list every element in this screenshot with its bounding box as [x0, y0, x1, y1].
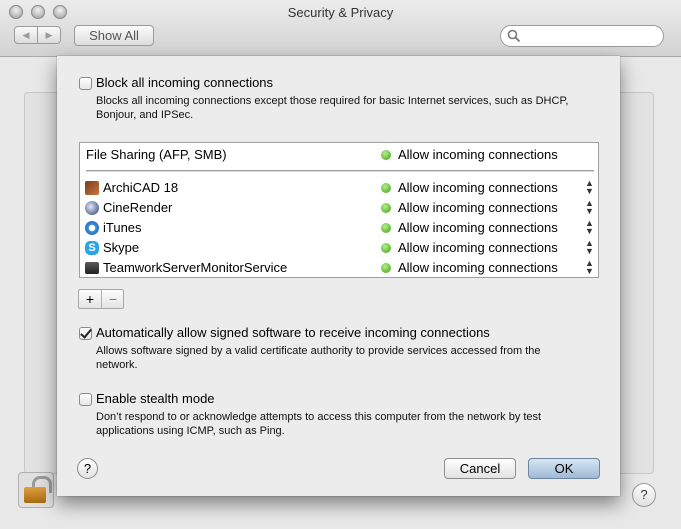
skype-icon: S — [85, 241, 99, 255]
list-item[interactable]: File Sharing (AFP, SMB) Allow incoming c… — [80, 145, 598, 165]
status-indicator — [381, 223, 391, 233]
ok-button[interactable]: OK — [528, 458, 600, 479]
stealth-mode-label: Enable stealth mode — [96, 391, 215, 406]
service-name: File Sharing (AFP, SMB) — [86, 147, 227, 162]
title-bar: Security & Privacy ◀ ▶ Show All — [0, 0, 681, 57]
add-remove-control: + − — [78, 289, 124, 309]
app-status: Allow incoming connections — [398, 240, 558, 255]
status-stepper-icon[interactable]: ▲ ▼ — [585, 199, 594, 216]
back-button[interactable]: ◀ — [14, 26, 38, 44]
service-status: Allow incoming connections — [398, 147, 558, 162]
status-indicator — [381, 203, 391, 213]
cancel-button[interactable]: Cancel — [444, 458, 516, 479]
list-item[interactable]: ArchiCAD 18 Allow incoming connections ▲… — [80, 178, 598, 198]
app-status: Allow incoming connections — [398, 220, 558, 235]
search-icon — [507, 29, 521, 43]
help-button[interactable]: ? — [77, 458, 98, 479]
lock-icon — [24, 487, 46, 503]
app-name: ArchiCAD 18 — [103, 180, 179, 195]
background-help-button[interactable]: ? — [632, 483, 656, 507]
stealth-mode-description: Don’t respond to or acknowledge attempts… — [96, 411, 542, 437]
app-status: Allow incoming connections — [398, 180, 558, 195]
block-all-checkbox[interactable] — [79, 77, 92, 90]
app-status: Allow incoming connections — [398, 260, 558, 275]
signed-software-description: Allows software signed by a valid certif… — [96, 345, 541, 371]
forward-button[interactable]: ▶ — [37, 26, 61, 44]
list-item[interactable]: TeamworkServerMonitorService Allow incom… — [80, 258, 598, 278]
status-indicator — [381, 150, 391, 160]
add-app-button[interactable]: + — [79, 291, 101, 307]
status-indicator — [381, 263, 391, 273]
app-name: CineRender — [103, 200, 173, 215]
list-item[interactable]: S Skype Allow incoming connections ▲ ▼ — [80, 238, 598, 258]
app-name: TeamworkServerMonitorService — [103, 260, 288, 275]
search-field[interactable] — [500, 25, 664, 47]
security-privacy-window: Security & Privacy ◀ ▶ Show All ? Block … — [0, 0, 681, 529]
status-stepper-icon[interactable]: ▲ ▼ — [585, 219, 594, 236]
lock-button[interactable] — [18, 472, 54, 508]
list-item[interactable]: CineRender Allow incoming connections ▲ ▼ — [80, 198, 598, 218]
archicad-icon — [85, 181, 99, 195]
cinerender-icon — [85, 201, 99, 215]
app-list[interactable]: File Sharing (AFP, SMB) Allow incoming c… — [79, 142, 599, 278]
app-name: iTunes — [103, 220, 142, 235]
status-indicator — [381, 183, 391, 193]
list-item[interactable]: iTunes Allow incoming connections ▲ ▼ — [80, 218, 598, 238]
block-all-description: Blocks all incoming connections except t… — [96, 95, 569, 121]
app-status: Allow incoming connections — [398, 200, 558, 215]
firewall-options-sheet: Block all incoming connections Blocks al… — [57, 56, 620, 496]
left-arrow-icon: ◀ — [22, 29, 30, 40]
status-stepper-icon[interactable]: ▲ ▼ — [585, 179, 594, 196]
signed-software-checkbox[interactable] — [79, 327, 92, 340]
status-stepper-icon[interactable]: ▲ ▼ — [585, 259, 594, 276]
signed-software-label: Automatically allow signed software to r… — [96, 325, 490, 340]
app-name: Skype — [103, 240, 140, 255]
show-all-button[interactable]: Show All — [74, 25, 154, 46]
list-separator — [86, 170, 594, 172]
remove-app-button[interactable]: − — [102, 291, 124, 307]
status-stepper-icon[interactable]: ▲ ▼ — [585, 239, 594, 256]
block-all-label: Block all incoming connections — [96, 75, 274, 90]
status-indicator — [381, 243, 391, 253]
window-title: Security & Privacy — [287, 5, 394, 20]
itunes-icon — [85, 221, 99, 235]
application-icon — [85, 262, 99, 274]
right-arrow-icon: ▶ — [45, 29, 53, 40]
stealth-mode-checkbox[interactable] — [79, 393, 92, 406]
